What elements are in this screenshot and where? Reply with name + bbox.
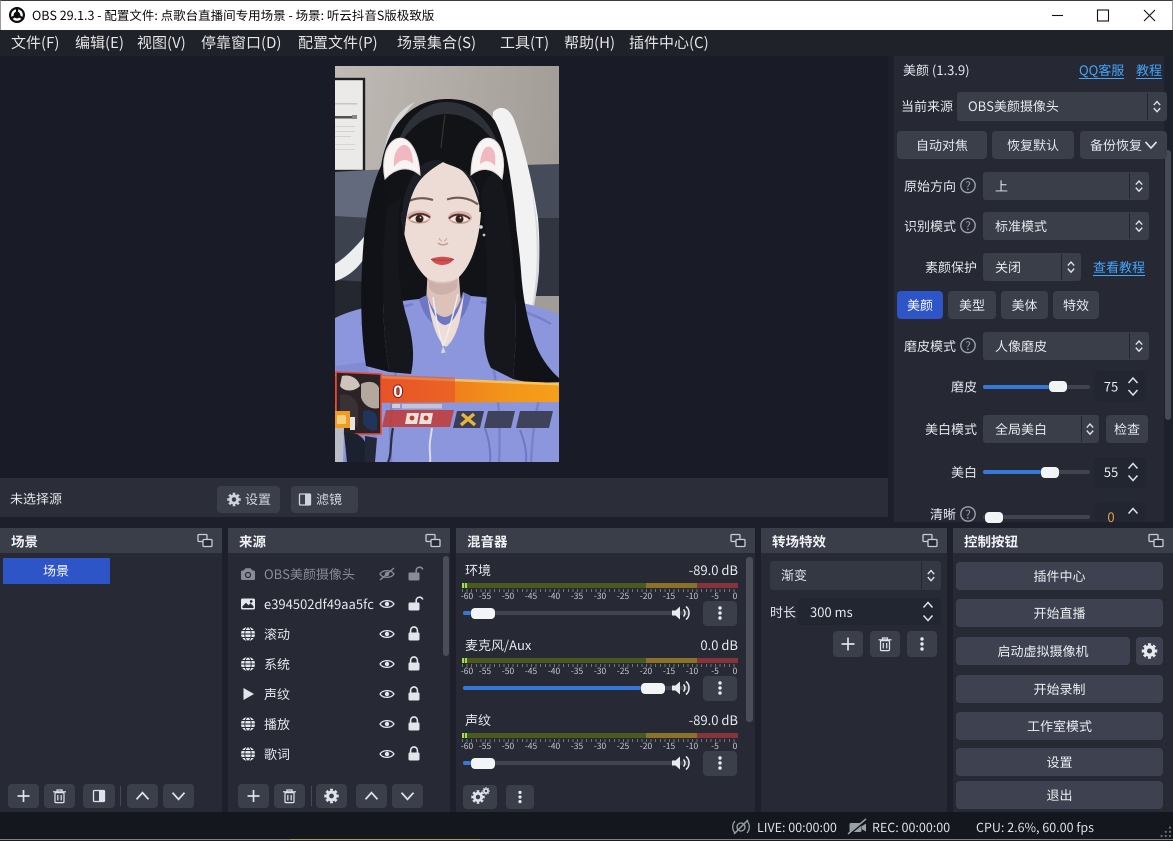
svg-text:0: 0: [393, 382, 402, 401]
